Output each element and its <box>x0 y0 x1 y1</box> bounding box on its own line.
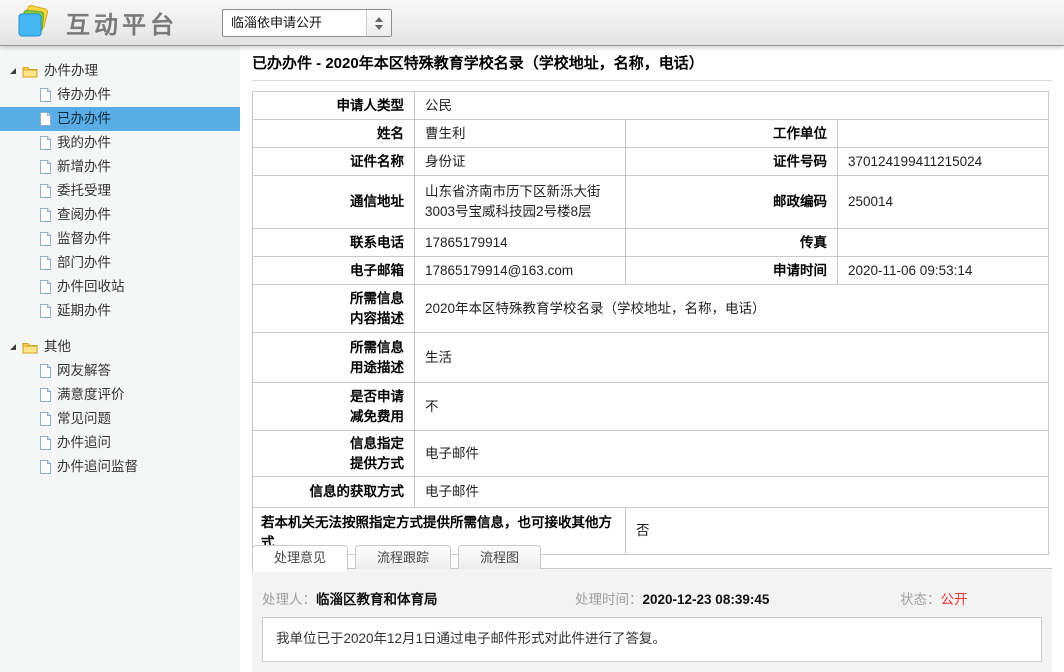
status-field: 状态：公开 <box>900 588 968 609</box>
document-icon <box>40 304 51 318</box>
sidebar-item-completed-cases[interactable]: 已办办件 <box>0 107 240 131</box>
sidebar-item-delegated-acceptance[interactable]: 委托受理 <box>0 179 240 203</box>
table-row: 联系电话 17865179914 传真 <box>253 229 1049 257</box>
sidebar-item-review-cases[interactable]: 查阅办件 <box>0 203 240 227</box>
tab-processing-opinion[interactable]: 处理意见 <box>252 545 348 571</box>
sidebar-item-recycle-bin[interactable]: 办件回收站 <box>0 275 240 299</box>
sidebar-item-my-cases[interactable]: 我的办件 <box>0 131 240 155</box>
status-label: 状态： <box>900 592 941 607</box>
sidebar-item-new-case[interactable]: 新增办件 <box>0 155 240 179</box>
folder-icon <box>22 341 38 354</box>
sidebar-item-case-followup[interactable]: 办件追问 <box>0 431 240 455</box>
handler-label: 处理人： <box>262 592 316 607</box>
page-title: 已办办件 - 2020年本区特殊教育学校名录（学校地址，名称，电话） <box>252 52 1048 73</box>
app-title: 互动平台 <box>66 5 178 40</box>
document-icon <box>40 88 51 102</box>
document-icon <box>40 184 51 198</box>
table-row: 申请人类型 公民 <box>253 92 1049 120</box>
sidebar-item-deferred-cases[interactable]: 延期办件 <box>0 299 240 323</box>
document-icon <box>40 232 51 246</box>
sidebar-group-label: 办件办理 <box>44 59 98 83</box>
sidebar-group-label: 其他 <box>44 335 71 359</box>
document-icon <box>40 160 51 174</box>
expander-triangle-icon[interactable] <box>10 68 16 74</box>
table-row: 是否申请 减免费用 不 <box>253 383 1049 431</box>
app-header: 互动平台 临淄依申请公开 <box>0 0 1064 46</box>
handler-value: 临淄区教育和体育局 <box>316 592 438 607</box>
sidebar-item-followup-supervision[interactable]: 办件追问监督 <box>0 455 240 479</box>
document-icon <box>40 112 51 126</box>
tab-process-tracking[interactable]: 流程跟踪 <box>355 545 451 570</box>
reply-text-box: 我单位已于2020年12月1日通过电子邮件形式对此件进行了答复。 <box>262 617 1042 662</box>
select-spinner-icon[interactable] <box>366 10 391 36</box>
sidebar-group-case-handling[interactable]: 办件办理 <box>0 59 240 83</box>
processing-time-field: 处理时间：2020-12-23 08:39:45 <box>575 588 769 609</box>
site-select-dropdown[interactable]: 临淄依申请公开 <box>222 9 392 37</box>
handler-field: 处理人：临淄区教育和体育局 <box>262 588 438 609</box>
sidebar-item-pending-cases[interactable]: 待办办件 <box>0 83 240 107</box>
application-detail-table: 申请人类型 公民 姓名 曹生利 工作单位 证件名称 身份证 证件号码 37012… <box>252 91 1049 555</box>
document-icon <box>40 388 51 402</box>
document-icon <box>40 436 51 450</box>
document-icon <box>40 412 51 426</box>
sidebar-item-faq[interactable]: 常见问题 <box>0 407 240 431</box>
sidebar-group-other[interactable]: 其他 <box>0 335 240 359</box>
processing-time-value: 2020-12-23 08:39:45 <box>643 592 770 607</box>
app-logo-icon <box>14 5 54 41</box>
sidebar-item-department-cases[interactable]: 部门办件 <box>0 251 240 275</box>
document-icon <box>40 208 51 222</box>
sidebar: 办件办理 待办办件 已办办件 我的办件 新增办件 委托受理 查阅办件 监督办 <box>0 46 240 672</box>
tab-bar: 处理意见 流程跟踪 流程图 <box>252 545 1052 569</box>
tab-flow-chart[interactable]: 流程图 <box>458 545 541 570</box>
folder-icon <box>22 65 38 78</box>
processing-opinion-panel: 处理人：临淄区教育和体育局 处理时间：2020-12-23 08:39:45 状… <box>252 569 1052 672</box>
table-row: 姓名 曹生利 工作单位 <box>253 120 1049 148</box>
document-icon <box>40 256 51 270</box>
processing-time-label: 处理时间： <box>575 592 643 607</box>
table-row: 信息的获取方式 电子邮件 <box>253 477 1049 508</box>
document-icon <box>40 460 51 474</box>
table-row: 所需信息 内容描述 2020年本区特殊教育学校名录（学校地址，名称，电话） <box>253 285 1049 333</box>
table-row: 所需信息 用途描述 生活 <box>253 333 1049 383</box>
title-divider <box>252 80 1052 81</box>
table-row: 证件名称 身份证 证件号码 370124199411215024 <box>253 148 1049 176</box>
document-icon <box>40 136 51 150</box>
table-row: 信息指定 提供方式 电子邮件 <box>253 431 1049 477</box>
sidebar-item-supervised-cases[interactable]: 监督办件 <box>0 227 240 251</box>
document-icon <box>40 280 51 294</box>
app-window: 互动平台 临淄依申请公开 办件办理 待办办件 已办办件 我的办件 <box>0 0 1064 672</box>
sidebar-item-satisfaction-rating[interactable]: 满意度评价 <box>0 383 240 407</box>
table-row: 电子邮箱 17865179914@163.com 申请时间 2020-11-06… <box>253 257 1049 285</box>
status-badge: 公开 <box>941 592 968 607</box>
document-icon <box>40 364 51 378</box>
table-row: 通信地址 山东省济南市历下区新泺大街3003号宝威科技园2号楼8层 邮政编码 2… <box>253 176 1049 229</box>
expander-triangle-icon[interactable] <box>10 344 16 350</box>
site-select-value: 临淄依申请公开 <box>223 10 366 36</box>
sidebar-item-netizen-answers[interactable]: 网友解答 <box>0 359 240 383</box>
